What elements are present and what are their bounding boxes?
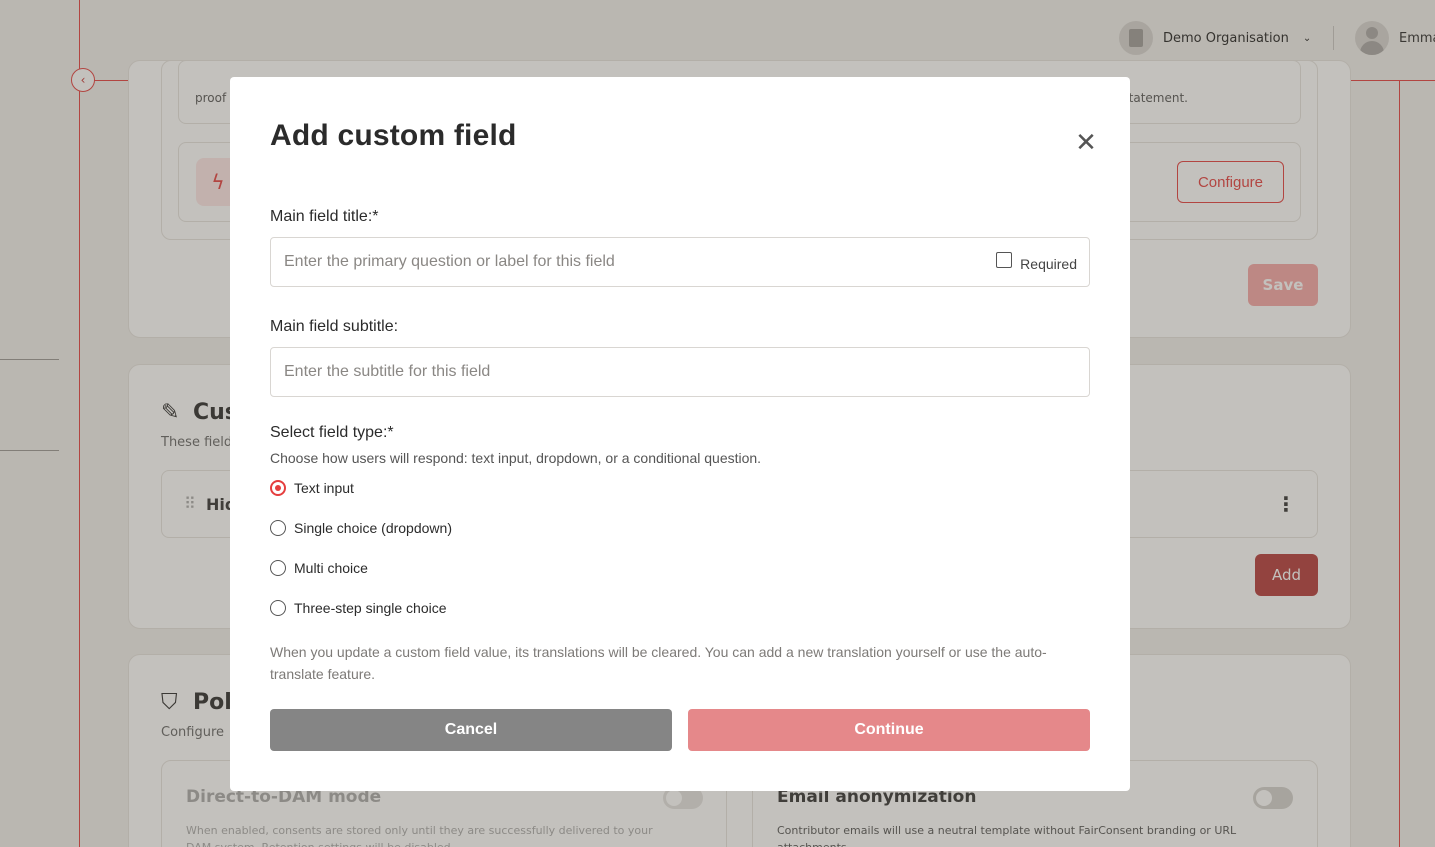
main-title-field: Required bbox=[270, 237, 1090, 287]
required-label: Required bbox=[1020, 256, 1077, 272]
radio-multi-choice[interactable]: Multi choice bbox=[270, 560, 368, 576]
cancel-button[interactable]: Cancel bbox=[270, 709, 672, 751]
continue-button[interactable]: Continue bbox=[688, 709, 1090, 751]
translation-note: When you update a custom field value, it… bbox=[270, 644, 1047, 682]
subtitle-label: Main field subtitle: bbox=[270, 318, 399, 335]
radio-label: Single choice (dropdown) bbox=[294, 520, 452, 536]
radio-icon[interactable] bbox=[270, 560, 286, 576]
radio-three-step[interactable]: Three-step single choice bbox=[270, 600, 447, 616]
required-checkbox[interactable]: Required bbox=[996, 252, 1077, 272]
radio-selected-icon[interactable] bbox=[270, 480, 286, 496]
radio-text-input[interactable]: Text input bbox=[270, 480, 354, 496]
close-icon[interactable]: ✕ bbox=[1072, 129, 1100, 157]
main-title-label: Main field title:* bbox=[270, 208, 379, 225]
checkbox-icon[interactable] bbox=[996, 252, 1013, 268]
field-type-label: Select field type:* bbox=[270, 424, 394, 441]
subtitle-input[interactable] bbox=[271, 348, 1071, 396]
field-type-description: Choose how users will respond: text inpu… bbox=[270, 450, 762, 466]
modal-title: Add custom field bbox=[270, 119, 517, 152]
radio-label: Text input bbox=[294, 480, 354, 496]
radio-icon[interactable] bbox=[270, 600, 286, 616]
radio-icon[interactable] bbox=[270, 520, 286, 536]
radio-single-choice[interactable]: Single choice (dropdown) bbox=[270, 520, 452, 536]
main-title-input[interactable] bbox=[271, 238, 971, 286]
subtitle-field bbox=[270, 347, 1090, 397]
radio-label: Multi choice bbox=[294, 560, 368, 576]
add-custom-field-modal: Add custom field ✕ Main field title:* Re… bbox=[230, 77, 1130, 791]
radio-label: Three-step single choice bbox=[294, 600, 447, 616]
